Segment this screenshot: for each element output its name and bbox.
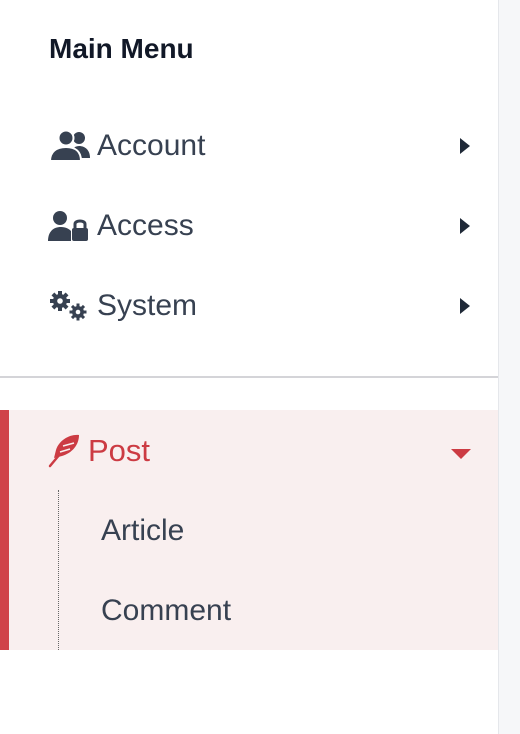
content-area-edge (499, 0, 520, 734)
menu-item-system[interactable]: System (0, 276, 498, 336)
menu-item-post-label: Post (88, 433, 151, 468)
menu-item-access-label: Access (97, 209, 194, 242)
caret-right-icon (460, 218, 470, 234)
submenu-item-comment-label: Comment (101, 594, 232, 627)
caret-right-icon (460, 138, 470, 154)
submenu-item-article[interactable]: Article (60, 501, 480, 561)
submenu-item-article-label: Article (101, 514, 185, 547)
menu-item-post[interactable]: Post (0, 422, 498, 482)
caret-down-icon (451, 449, 471, 459)
gears-icon (50, 291, 87, 321)
user-lock-icon (48, 211, 88, 241)
menu-item-system-label: System (97, 289, 198, 322)
main-menu-heading: Main Menu (49, 33, 194, 64)
submenu-item-comment[interactable]: Comment (60, 581, 480, 641)
users-icon (48, 130, 90, 162)
menu-item-account[interactable]: Account (0, 116, 498, 176)
menu-divider (0, 376, 498, 378)
menu-group-post: Post Article Comment (0, 410, 498, 650)
sidebar: Main Menu Account Access System Post Art… (0, 0, 499, 734)
submenu-guide-line (58, 490, 59, 650)
feather-icon (48, 434, 79, 468)
caret-right-icon (460, 298, 470, 314)
menu-item-access[interactable]: Access (0, 196, 498, 256)
menu-item-account-label: Account (97, 129, 206, 162)
